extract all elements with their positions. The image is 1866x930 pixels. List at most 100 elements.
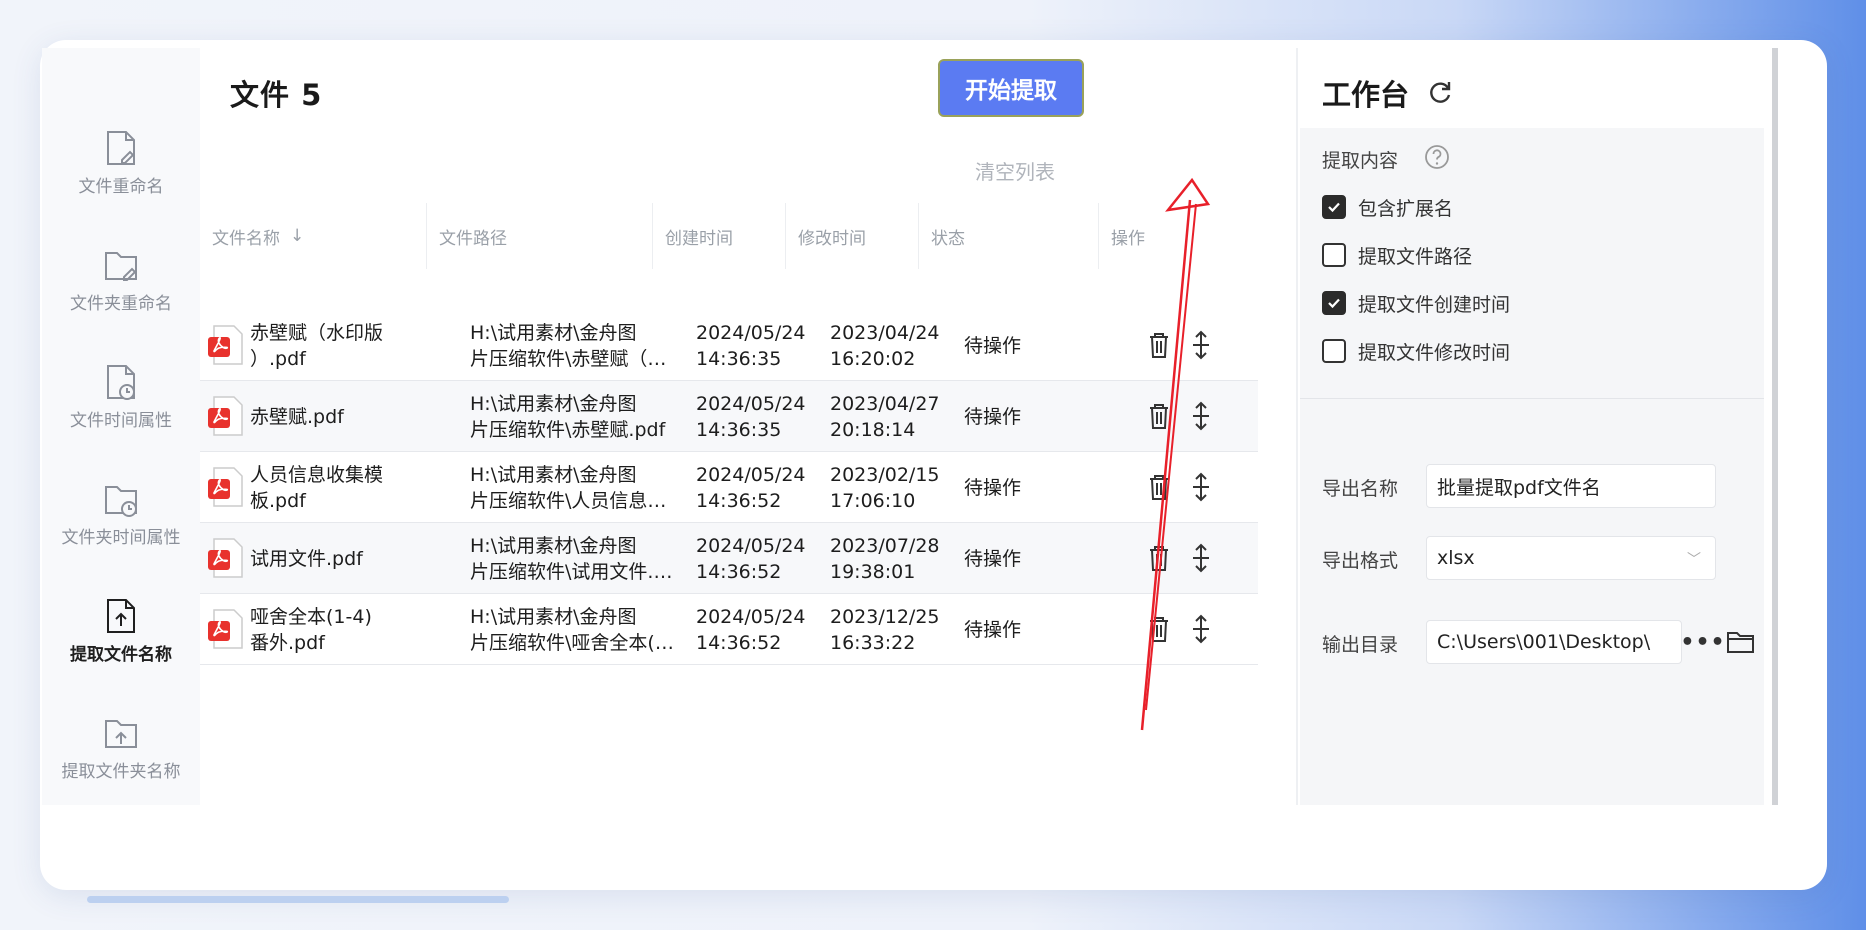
sidebar-item-label: 文件夹时间属性 bbox=[61, 528, 181, 548]
checkbox-label: 提取文件修改时间 bbox=[1358, 341, 1511, 364]
sidebar-item-file-rename[interactable]: 文件重命名 bbox=[42, 128, 200, 218]
path-line: H:\试用素材\金舟图 bbox=[470, 463, 637, 486]
file-clock-icon bbox=[107, 365, 135, 400]
status-text: 待操作 bbox=[964, 618, 1022, 641]
export-name-input[interactable]: 批量提取pdf文件名 bbox=[1426, 464, 1716, 508]
file-edit-icon bbox=[107, 131, 135, 165]
file-path: H:\试用素材\金舟图片压缩软件\人员信息收集模板.pdf bbox=[470, 452, 680, 523]
move-icon[interactable] bbox=[1186, 542, 1216, 574]
path-line: 片压缩软件\哑舍全本(1-4)番外.pdf bbox=[470, 631, 680, 654]
file-upload-icon bbox=[107, 599, 135, 633]
path-line: 片压缩软件\赤壁赋.pdf bbox=[470, 418, 666, 441]
table-row[interactable]: 人员信息收集模 板.pdf H:\试用素材\金舟图片压缩软件\人员信息收集模板.… bbox=[200, 452, 1258, 523]
include-extension-checkbox[interactable]: 包含扩展名 bbox=[1322, 192, 1453, 222]
path-line: 片压缩软件\试用文件.pdf bbox=[470, 560, 680, 583]
delete-icon[interactable] bbox=[1144, 329, 1174, 361]
file-name: 哑舍全本(1-4) 番外.pdf bbox=[250, 605, 372, 654]
output-dir-value: C:\Users\001\Desktop\ bbox=[1437, 631, 1651, 653]
sidebar-item-label: 文件时间属性 bbox=[70, 411, 172, 431]
sidebar-item-extract-filename[interactable]: 提取文件名称 bbox=[42, 596, 200, 686]
export-format-select[interactable]: xlsx ﹀ bbox=[1426, 536, 1716, 580]
file-path: H:\试用素材\金舟图片压缩软件\哑舍全本(1-4)番外.pdf bbox=[470, 594, 680, 665]
move-icon[interactable] bbox=[1186, 471, 1216, 503]
table-row[interactable]: 赤壁赋.pdf H:\试用素材\金舟图片压缩软件\赤壁赋.pdf 2024/05… bbox=[200, 381, 1258, 452]
file-list-area: 文件 5 开始提取 清空列表 文件名称 ↓ 文件路径 创建时间 修改时间 状态 操… bbox=[200, 48, 1258, 805]
created-time: 2024/05/24 14:36:35 bbox=[696, 321, 806, 370]
extract-modified-time-checkbox[interactable]: 提取文件修改时间 bbox=[1322, 336, 1510, 366]
pdf-file-icon bbox=[208, 325, 243, 365]
table-header: 文件名称 ↓ 文件路径 创建时间 修改时间 状态 操作 bbox=[200, 203, 1258, 269]
sort-down-icon[interactable]: ↓ bbox=[290, 226, 304, 246]
browse-more-button[interactable]: ••• bbox=[1680, 620, 1724, 664]
status-text: 待操作 bbox=[964, 405, 1022, 428]
modified-time: 2023/04/27 20:18:14 bbox=[830, 392, 940, 441]
created-time: 2024/05/24 14:36:52 bbox=[696, 463, 806, 512]
open-folder-icon[interactable] bbox=[1726, 628, 1756, 656]
path-line: H:\试用素材\金舟图 bbox=[470, 392, 637, 415]
sidebar-item-file-time[interactable]: 文件时间属性 bbox=[42, 362, 200, 452]
file-name: 赤壁赋.pdf bbox=[250, 405, 344, 428]
sidebar: 文件重命名 文件夹重命名 文件时间属性 文件夹时间属性 提取文件名称 提取文件夹… bbox=[42, 48, 200, 805]
delete-icon[interactable] bbox=[1144, 471, 1174, 503]
divider bbox=[1300, 398, 1764, 399]
column-header-path: 文件路径 bbox=[426, 203, 652, 269]
file-path: H:\试用素材\金舟图片压缩软件\赤壁赋（水印版）.pdf bbox=[470, 310, 680, 381]
path-line: H:\试用素材\金舟图 bbox=[470, 605, 637, 628]
checkbox-label: 包含扩展名 bbox=[1358, 197, 1454, 220]
checkbox-checked[interactable] bbox=[1322, 195, 1346, 219]
move-icon[interactable] bbox=[1186, 400, 1216, 432]
move-icon[interactable] bbox=[1186, 329, 1216, 361]
status-text: 待操作 bbox=[964, 334, 1022, 357]
extract-path-checkbox[interactable]: 提取文件路径 bbox=[1322, 240, 1472, 270]
status-text: 待操作 bbox=[964, 476, 1022, 499]
checkbox-unchecked[interactable] bbox=[1322, 243, 1346, 267]
file-name: 人员信息收集模 板.pdf bbox=[250, 463, 384, 512]
path-line: H:\试用素材\金舟图 bbox=[470, 534, 637, 557]
extract-created-time-checkbox[interactable]: 提取文件创建时间 bbox=[1322, 288, 1510, 318]
table-row[interactable]: 赤壁赋（水印版 ）.pdf H:\试用素材\金舟图片压缩软件\赤壁赋（水印版）.… bbox=[200, 310, 1258, 381]
delete-icon[interactable] bbox=[1144, 400, 1174, 432]
panel-body: 提取内容 包含扩展名 提取文件路径 提取文件创建时间 提取文件修改时间 导出名称… bbox=[1300, 128, 1764, 805]
checkbox-checked[interactable] bbox=[1322, 291, 1346, 315]
clear-list-button[interactable]: 清空列表 bbox=[975, 156, 1055, 185]
column-label: 修改时间 bbox=[798, 228, 866, 249]
modified-time: 2023/07/28 19:38:01 bbox=[830, 534, 940, 583]
modified-time: 2023/04/24 16:20:02 bbox=[830, 321, 940, 370]
column-header-status: 状态 bbox=[918, 203, 1098, 269]
column-label: 文件名称 bbox=[212, 228, 280, 249]
path-line: 片压缩软件\人员信息收集模板.pdf bbox=[470, 489, 680, 512]
horizontal-scrollbar[interactable] bbox=[87, 896, 509, 903]
help-icon[interactable] bbox=[1424, 144, 1450, 170]
table-row[interactable]: 哑舍全本(1-4) 番外.pdf H:\试用素材\金舟图片压缩软件\哑舍全本(1… bbox=[200, 594, 1258, 665]
move-icon[interactable] bbox=[1186, 613, 1216, 645]
delete-icon[interactable] bbox=[1144, 613, 1174, 645]
file-name: 试用文件.pdf bbox=[250, 547, 363, 570]
table-row[interactable]: 试用文件.pdf H:\试用素材\金舟图 片压缩软件\试用文件.pdf 2024/… bbox=[200, 523, 1258, 594]
sidebar-item-folder-time[interactable]: 文件夹时间属性 bbox=[42, 479, 200, 569]
output-dir-label: 输出目录 bbox=[1322, 634, 1399, 656]
start-extract-button[interactable]: 开始提取 bbox=[938, 59, 1084, 117]
pdf-file-icon bbox=[208, 609, 243, 649]
checkbox-label: 提取文件创建时间 bbox=[1358, 293, 1511, 316]
select-value: xlsx bbox=[1437, 547, 1475, 569]
pdf-file-icon bbox=[208, 396, 243, 436]
column-header-mtime: 修改时间 bbox=[785, 203, 918, 269]
file-name: 赤壁赋（水印版 ）.pdf bbox=[250, 321, 384, 370]
sidebar-item-extract-foldername[interactable]: 提取文件夹名称 bbox=[42, 713, 200, 803]
file-path: H:\试用素材\金舟图片压缩软件\赤壁赋.pdf bbox=[470, 381, 680, 452]
column-header-name[interactable]: 文件名称 ↓ bbox=[200, 203, 426, 269]
vertical-scrollbar[interactable] bbox=[1772, 48, 1778, 805]
sidebar-item-label: 文件重命名 bbox=[78, 177, 164, 197]
checkbox-unchecked[interactable] bbox=[1322, 339, 1346, 363]
output-dir-input[interactable]: C:\Users\001\Desktop\ bbox=[1426, 620, 1682, 664]
delete-icon[interactable] bbox=[1144, 542, 1174, 574]
column-header-actions: 操作 bbox=[1098, 203, 1258, 269]
pdf-file-icon bbox=[208, 538, 243, 578]
check-icon bbox=[1328, 298, 1340, 309]
path-line: H:\试用素材\金舟图 bbox=[470, 321, 637, 344]
created-time: 2024/05/24 14:36:35 bbox=[696, 392, 806, 441]
refresh-icon[interactable] bbox=[1426, 78, 1454, 106]
sidebar-item-label: 文件夹重命名 bbox=[70, 294, 172, 314]
modified-time: 2023/12/25 16:33:22 bbox=[830, 605, 940, 654]
sidebar-item-folder-rename[interactable]: 文件夹重命名 bbox=[42, 245, 200, 335]
